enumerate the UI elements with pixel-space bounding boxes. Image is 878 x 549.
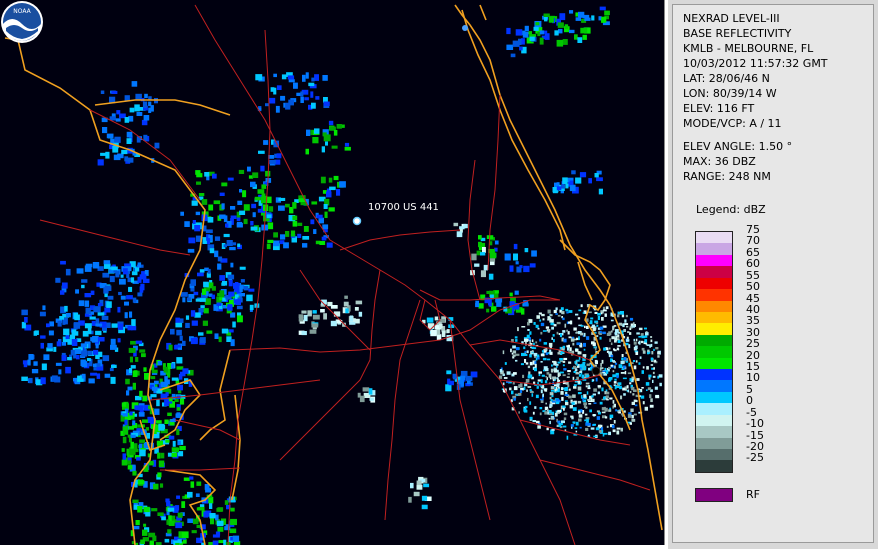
road-network [39, 4, 651, 545]
legend-labels: 75 70 65 60 55 50 45 40 35 30 25 20 15 10 5 0 -5 -10 -15 -2… [746, 224, 764, 464]
site-latitude: LAT: 28/06/46 N [683, 72, 770, 85]
legend-swatch [696, 300, 732, 312]
legend-level-label: 25 [746, 337, 760, 351]
legend-swatch [696, 369, 732, 381]
legend-swatch [696, 311, 732, 324]
legend-color-bar [695, 231, 733, 473]
legend-swatch [696, 266, 732, 278]
mode-vcp: MODE/VCP: A / 11 [683, 117, 782, 130]
legend-swatch [696, 449, 732, 461]
location-marker[interactable] [352, 216, 362, 226]
legend-swatch [696, 403, 732, 415]
legend-swatch [696, 232, 732, 244]
legend-level-label: -25 [746, 451, 764, 465]
legend-swatch [696, 437, 732, 450]
info-panel: NEXRAD LEVEL-III BASE REFLECTIVITY KMLB … [672, 4, 874, 543]
radar-map-canvas [4, 4, 663, 545]
max-reflectivity: MAX: 36 DBZ [683, 155, 756, 168]
legend-swatch [696, 414, 732, 427]
legend-level-label: -10 [746, 417, 764, 431]
legend-swatch [696, 243, 732, 255]
legend-swatch [696, 323, 732, 335]
legend-swatch [696, 460, 732, 472]
legend-swatch [696, 289, 732, 301]
radar-echoes [21, 6, 663, 545]
location-marker-label: 10700 US 441 [368, 202, 439, 213]
legend-rf-label: RF [746, 488, 760, 501]
noaa-logo-text: NOAA [13, 8, 31, 15]
legend-rf-swatch [695, 488, 733, 502]
legend-title: Legend: dBZ [696, 203, 766, 216]
elevation-angle: ELEV ANGLE: 1.50 ° [683, 140, 793, 153]
radar-map[interactable]: 10700 US 441 NOAA [0, 0, 665, 545]
legend-swatch [696, 334, 732, 347]
radar-site-marker[interactable] [591, 366, 601, 376]
noaa-logo: NOAA [1, 1, 43, 43]
scan-datetime: 10/03/2012 11:57:32 GMT [683, 57, 828, 70]
legend-swatch [696, 357, 732, 370]
product-line-1: NEXRAD LEVEL-III [683, 12, 780, 25]
legend-swatch [696, 346, 732, 358]
site-elevation: ELEV: 116 FT [683, 102, 755, 115]
product-line-2: BASE REFLECTIVITY [683, 27, 792, 40]
legend-level-label: 60 [746, 257, 760, 271]
site-name: KMLB - MELBOURNE, FL [683, 42, 814, 55]
info-sidebar: NEXRAD LEVEL-III BASE REFLECTIVITY KMLB … [668, 0, 878, 549]
station-info: NEXRAD LEVEL-III BASE REFLECTIVITY KMLB … [683, 11, 828, 184]
legend-swatch [696, 254, 732, 267]
legend-swatch [696, 277, 732, 290]
legend-swatch [696, 391, 732, 404]
city-marker [462, 25, 468, 31]
legend-swatch [696, 426, 732, 438]
site-longitude: LON: 80/39/14 W [683, 87, 777, 100]
radar-range: RANGE: 248 NM [683, 170, 771, 183]
legend-level-label: 50 [746, 280, 760, 294]
legend-swatch [696, 380, 732, 392]
